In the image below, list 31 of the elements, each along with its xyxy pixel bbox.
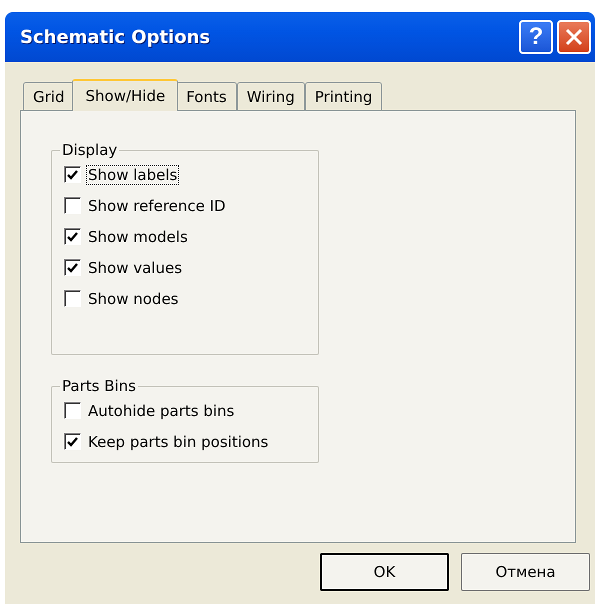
checkbox[interactable] [64, 166, 81, 183]
checkbox-label[interactable]: Show models [87, 228, 189, 246]
check-icon [67, 262, 78, 272]
checkbox-label[interactable]: Autohide parts bins [87, 402, 236, 420]
checkbox[interactable] [64, 433, 81, 450]
tab[interactable]: Fonts [176, 82, 237, 110]
checkbox[interactable] [64, 402, 81, 419]
checkbox-label[interactable]: Show reference ID [87, 196, 227, 214]
checkbox-label[interactable]: Show nodes [87, 290, 180, 308]
close-button[interactable] [557, 20, 591, 54]
checkbox[interactable] [64, 197, 81, 214]
check-icon [67, 232, 78, 242]
checkbox-label[interactable]: Show values [87, 258, 184, 276]
checkbox-label[interactable]: Keep parts bin positions [87, 432, 270, 450]
group-title: Parts Bins [61, 377, 137, 395]
group-title: Display [61, 141, 118, 159]
window-title: Schematic Options [20, 26, 212, 48]
help-button[interactable]: ? [519, 20, 553, 54]
checkbox[interactable] [64, 290, 81, 307]
checkbox[interactable] [64, 228, 81, 245]
close-icon [565, 28, 583, 46]
check-icon [67, 436, 78, 446]
dialog-button[interactable]: OK [320, 553, 449, 591]
check-icon [67, 170, 78, 180]
tab[interactable]: Printing [304, 82, 382, 110]
dialog-button[interactable]: Отмена [461, 553, 590, 591]
checkbox[interactable] [64, 259, 81, 276]
tab[interactable]: Show/Hide [72, 79, 178, 111]
tab[interactable]: Grid [23, 82, 74, 110]
checkbox-label[interactable]: Show labels [87, 166, 178, 184]
tab[interactable]: Wiring [236, 82, 305, 110]
